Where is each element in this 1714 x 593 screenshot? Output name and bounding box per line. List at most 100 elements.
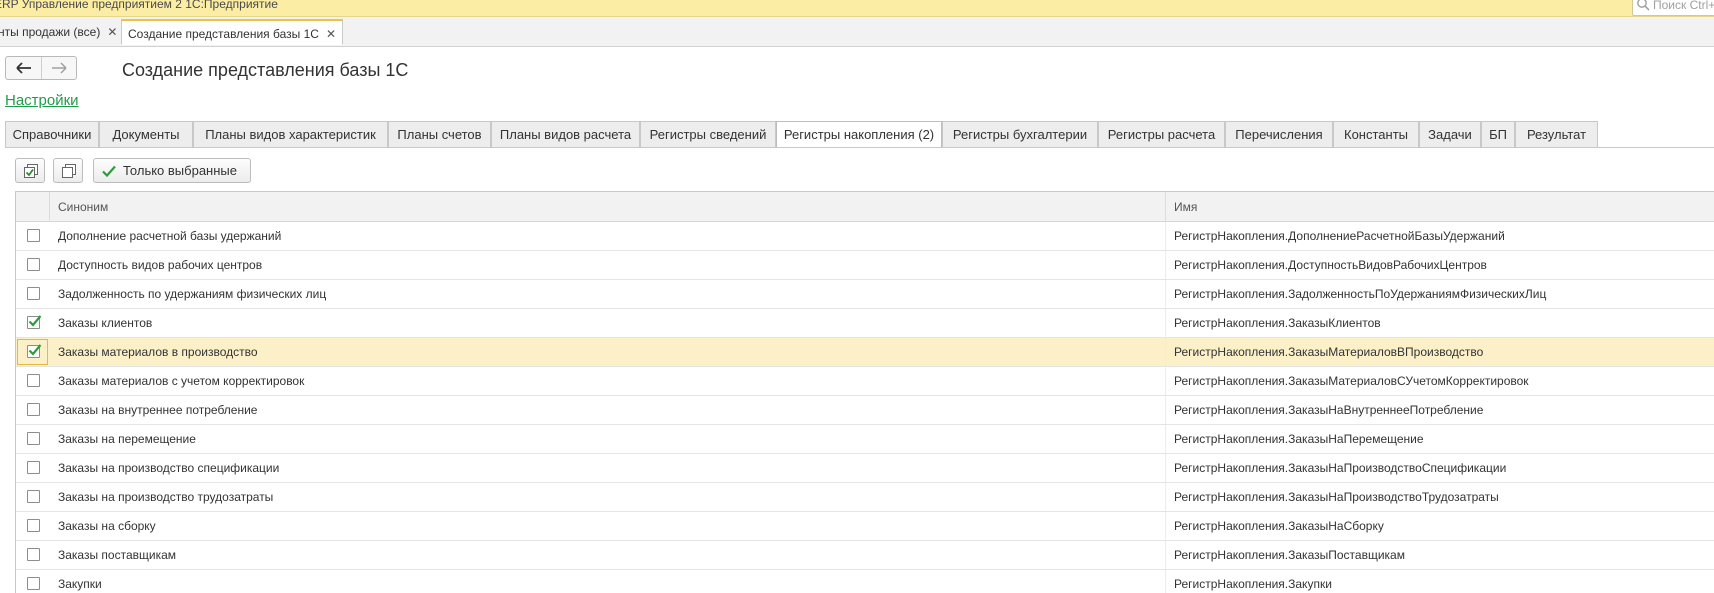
table-row[interactable]: Заказы поставщикам РегистрНакопления.Зака… xyxy=(16,541,1714,570)
row-checkbox[interactable] xyxy=(27,287,40,300)
header-check-column xyxy=(16,192,50,221)
cell-synonym: Заказы клиентов xyxy=(58,316,153,330)
table-row[interactable]: Заказы на производство трудозатраты Регис… xyxy=(16,483,1714,512)
row-checkbox[interactable] xyxy=(27,374,40,387)
cell-synonym: Заказы материалов в производство xyxy=(58,345,258,359)
cell-name: РегистрНакопления.ЗаказыМатериаловСУчето… xyxy=(1174,374,1529,388)
table-row[interactable]: Заказы на сборку РегистрНакопления.Заказы… xyxy=(16,512,1714,541)
cell-name: РегистрНакопления.ЗаказыМатериаловВПроиз… xyxy=(1174,345,1484,359)
tab-characteristic-types[interactable]: Планы видов характеристик xyxy=(193,121,388,147)
row-checkbox[interactable] xyxy=(27,461,40,474)
row-checkbox[interactable] xyxy=(27,432,40,445)
cell-name: РегистрНакопления.ЗадолженностьПоУдержан… xyxy=(1174,287,1547,301)
title-bar: ERP Управление предприятием 2 1С:Предпри… xyxy=(0,0,1714,17)
open-tab-label: нты продажи (все) xyxy=(0,25,101,39)
arrow-right-icon xyxy=(51,62,67,74)
cell-synonym: Заказы на производство трудозатраты xyxy=(58,490,274,504)
cell-synonym: Заказы на внутреннее потребление xyxy=(58,403,258,417)
tab-constants[interactable]: Константы xyxy=(1333,121,1419,147)
tab-information-registers[interactable]: Регистры сведений xyxy=(640,121,776,147)
tab-calculation-registers[interactable]: Регистры расчета xyxy=(1098,121,1225,147)
column-divider xyxy=(1165,367,1166,395)
tab-charts-of-accounts[interactable]: Планы счетов xyxy=(388,121,491,147)
cell-name: РегистрНакопления.ЗаказыНаПроизводствоСп… xyxy=(1174,461,1507,475)
column-divider xyxy=(1165,222,1166,250)
cell-synonym: Заказы на производство спецификации xyxy=(58,461,280,475)
tab-catalogs[interactable]: Справочники xyxy=(5,121,99,147)
close-icon[interactable]: ✕ xyxy=(107,25,117,39)
uncheck-all-button[interactable] xyxy=(53,158,83,183)
check-all-button[interactable] xyxy=(15,158,45,183)
column-divider xyxy=(1165,251,1166,279)
column-header-synonym[interactable]: Синоним xyxy=(58,200,108,214)
tab-documents[interactable]: Документы xyxy=(99,121,193,147)
table-row[interactable]: Закупки РегистрНакопления.Закупки xyxy=(16,570,1714,593)
close-icon[interactable]: ✕ xyxy=(326,27,336,41)
table-row[interactable]: Заказы на производство спецификации Регис… xyxy=(16,454,1714,483)
search-placeholder: Поиск Ctrl+Shift+F xyxy=(1653,0,1714,12)
cell-synonym: Дополнение расчетной базы удержаний xyxy=(58,229,282,243)
row-checkbox[interactable] xyxy=(27,519,40,532)
cell-name: РегистрНакопления.ДополнениеРасчетнойБаз… xyxy=(1174,229,1505,243)
tab-accounting-registers[interactable]: Регистры бухгалтерии xyxy=(942,121,1098,147)
cell-name: РегистрНакопления.Закупки xyxy=(1174,577,1332,591)
global-search-input[interactable]: Поиск Ctrl+Shift+F xyxy=(1632,0,1714,16)
row-checkbox[interactable] xyxy=(27,403,40,416)
table-row[interactable]: Дополнение расчетной базы удержаний Регис… xyxy=(16,222,1714,251)
table-row[interactable]: Заказы клиентов РегистрНакопления.ЗаказыК… xyxy=(16,309,1714,338)
arrow-left-icon xyxy=(15,62,31,74)
column-divider xyxy=(1165,512,1166,540)
row-checkbox[interactable] xyxy=(27,344,42,358)
row-checkbox[interactable] xyxy=(27,490,40,503)
open-tab-sales[interactable]: нты продажи (все) ✕ xyxy=(0,19,125,45)
cell-name: РегистрНакопления.ЗаказыНаСборку xyxy=(1174,519,1384,533)
table-row[interactable]: Заказы материалов с учетом корректировок… xyxy=(16,367,1714,396)
table-row[interactable]: Заказы материалов в производство РегистрН… xyxy=(16,338,1714,367)
table-row[interactable]: Доступность видов рабочих центров Регистр… xyxy=(16,251,1714,280)
column-divider xyxy=(1165,570,1166,593)
checkmark-icon xyxy=(28,344,42,356)
window-title: ERP Управление предприятием 2 1С:Предпри… xyxy=(0,0,278,11)
forward-button[interactable] xyxy=(41,57,76,79)
cell-name: РегистрНакопления.ЗаказыНаВнутреннееПотр… xyxy=(1174,403,1484,417)
cell-name: РегистрНакопления.ЗаказыКлиентов xyxy=(1174,316,1381,330)
checkmark-icon xyxy=(28,315,42,327)
tab-bp[interactable]: БП xyxy=(1481,121,1515,147)
cell-synonym: Задолженность по удержаниям физических л… xyxy=(58,287,327,301)
only-selected-label: Только выбранные xyxy=(123,163,237,178)
cell-synonym: Заказы на перемещение xyxy=(58,432,196,446)
tab-result[interactable]: Результат xyxy=(1515,121,1598,147)
navigation-buttons xyxy=(5,56,77,80)
column-header-name[interactable]: Имя xyxy=(1174,200,1197,214)
row-checkbox[interactable] xyxy=(27,315,42,329)
open-tab-create-base[interactable]: Создание представления базы 1С ✕ xyxy=(121,19,344,45)
table-row[interactable]: Заказы на перемещение РегистрНакопления.З… xyxy=(16,425,1714,454)
tab-calculation-types[interactable]: Планы видов расчета xyxy=(491,121,640,147)
table-row[interactable]: Заказы на внутреннее потребление РегистрН… xyxy=(16,396,1714,425)
uncheck-all-icon xyxy=(62,164,76,178)
row-checkbox[interactable] xyxy=(27,577,40,590)
checkmark-icon xyxy=(102,165,116,178)
page-title: Создание представления базы 1С xyxy=(122,60,409,80)
column-divider xyxy=(1165,280,1166,308)
column-divider xyxy=(1165,483,1166,511)
only-selected-button[interactable]: Только выбранные xyxy=(93,158,251,183)
row-checkbox[interactable] xyxy=(27,258,40,271)
row-checkbox[interactable] xyxy=(27,548,40,561)
open-windows-bar: нты продажи (все) ✕ Создание представлени… xyxy=(0,17,1714,47)
settings-link[interactable]: Настройки xyxy=(5,92,79,109)
tab-accumulation-registers[interactable]: Регистры накопления (2) xyxy=(776,121,942,148)
cell-name: РегистрНакопления.ЗаказыНаПеремещение xyxy=(1174,432,1424,446)
tab-tasks[interactable]: Задачи xyxy=(1419,121,1481,147)
table-header: Синоним Имя xyxy=(16,192,1714,222)
row-checkbox[interactable] xyxy=(27,229,40,242)
column-divider xyxy=(1165,192,1166,221)
table-row[interactable]: Задолженность по удержаниям физических л… xyxy=(16,280,1714,309)
cell-name: РегистрНакопления.ЗаказыНаПроизводствоТр… xyxy=(1174,490,1499,504)
registers-table: Синоним Имя Дополнение расчетной базы уд… xyxy=(15,191,1714,593)
column-divider xyxy=(1165,541,1166,569)
tab-enumerations[interactable]: Перечисления xyxy=(1225,121,1333,147)
back-button[interactable] xyxy=(6,57,42,79)
cell-synonym: Закупки xyxy=(58,577,102,591)
column-divider xyxy=(1165,396,1166,424)
